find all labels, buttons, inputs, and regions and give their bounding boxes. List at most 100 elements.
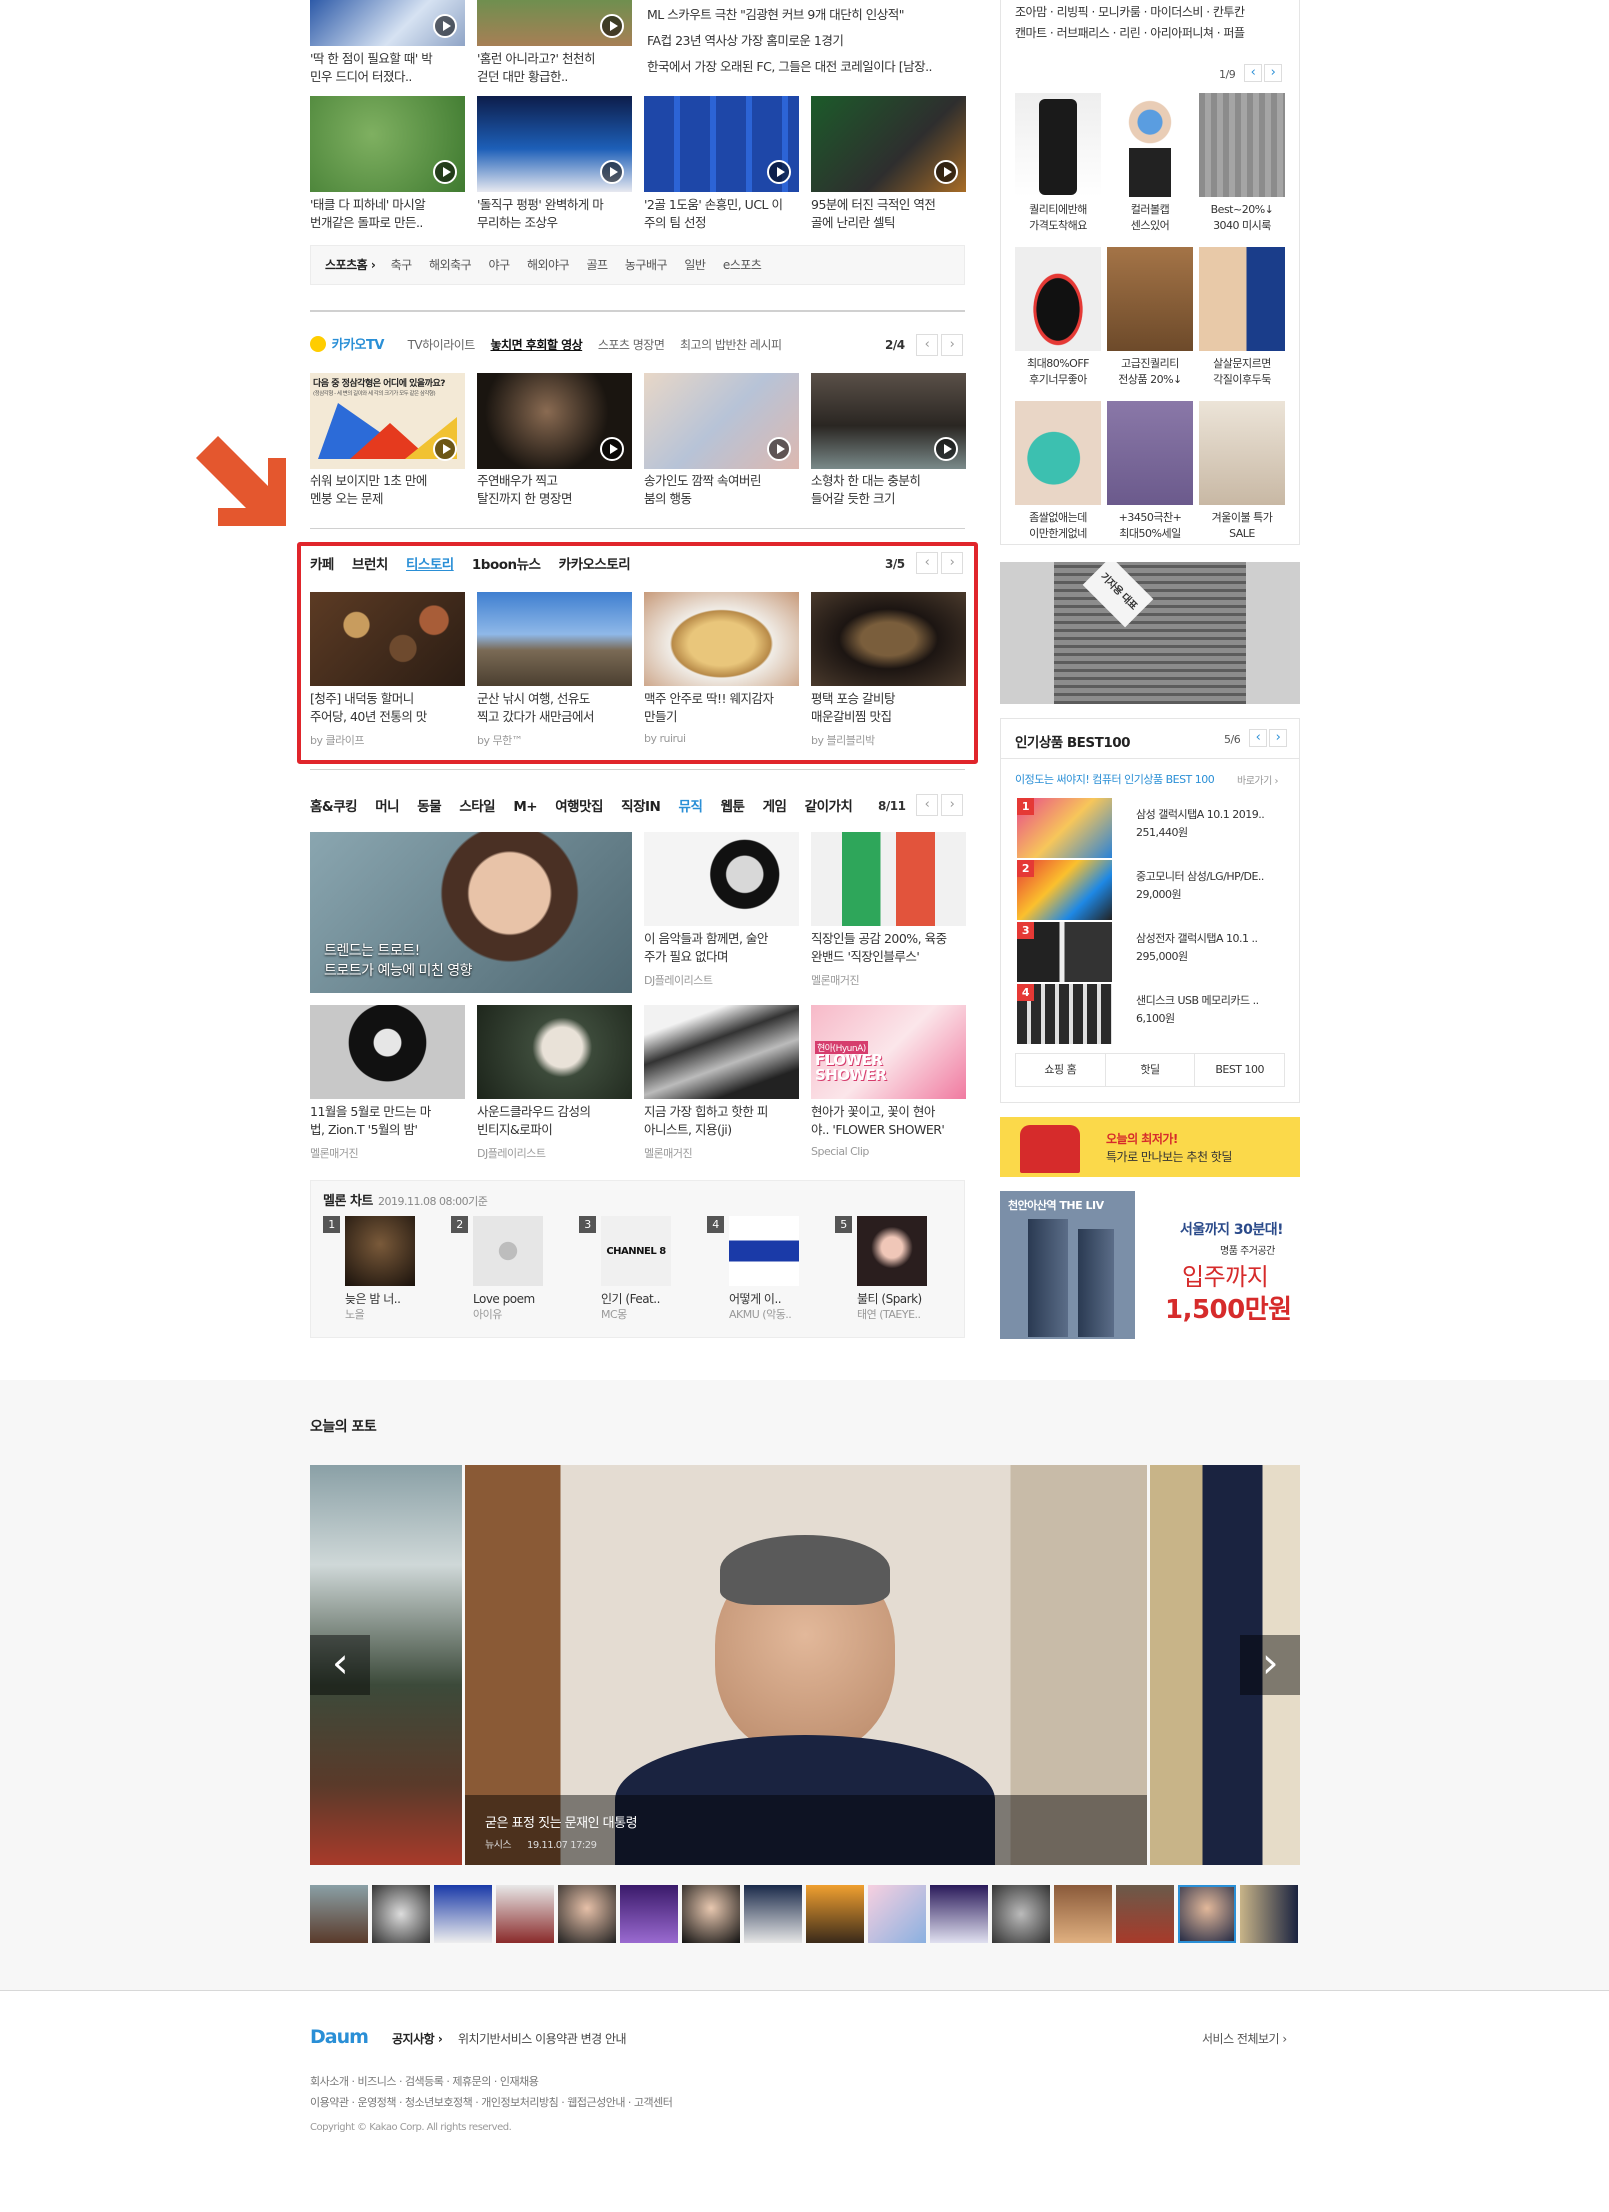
blog-author[interactable]: by 무한™ <box>477 732 523 748</box>
kakaotv-caption[interactable]: 주연배우가 찍고 탈진까지 한 명장면 <box>477 472 632 508</box>
shop-item-label[interactable]: 좀쌀없애는데 이만한게없네 <box>1015 510 1101 542</box>
culture-thumb-4[interactable] <box>477 1005 632 1099</box>
next-arrow-icon[interactable]: › <box>941 552 963 574</box>
culture-thumb-2[interactable] <box>811 832 966 926</box>
blog-tab[interactable]: 카페 <box>310 557 334 573</box>
photo-prev-button[interactable]: ‹ <box>310 1635 370 1695</box>
blog-author[interactable]: by 블리블리박 <box>811 732 875 748</box>
photo-strip-thumb[interactable] <box>806 1885 864 1943</box>
sports-thumb-6[interactable] <box>811 96 966 192</box>
culture-source[interactable]: DJ플레이리스트 <box>477 1145 546 1161</box>
kakaotv-caption[interactable]: 송가인도 깜짝 속여버린 붐의 행동 <box>644 472 799 508</box>
culture-caption[interactable]: 직장인들 공감 200%, 육중 완밴드 '직장인블루스' <box>811 930 966 966</box>
culture-source[interactable]: Special Clip <box>811 1145 869 1158</box>
best100-subtitle[interactable]: 이정도는 써야지! 컴퓨터 인기상품 BEST 100 <box>1015 771 1215 787</box>
culture-tab[interactable]: 웹툰 <box>721 799 745 815</box>
drain-cleaner-ad[interactable]: 기자용 대표 <box>1000 562 1300 704</box>
photo-strip-thumb[interactable] <box>682 1885 740 1943</box>
prev-arrow-icon[interactable]: ‹ <box>916 334 938 356</box>
culture-thumb-3[interactable] <box>310 1005 465 1099</box>
best-item-name[interactable]: 삼성전자 갤럭시탭A 10.1 .. <box>1136 930 1258 948</box>
kakaotv-tab-active[interactable]: 놓치면 후회할 영상 <box>490 338 582 352</box>
shop-item-image[interactable] <box>1199 93 1285 197</box>
album-cover[interactable] <box>729 1216 799 1286</box>
photo-section-title[interactable]: 오늘의 포토 <box>310 1416 377 1436</box>
photo-strip-thumb[interactable] <box>558 1885 616 1943</box>
album-cover[interactable] <box>857 1216 927 1286</box>
apartment-ad[interactable]: 천안아산역 THE LIV 서울까지 30분대! 명품 주거공간 입주까지 1,… <box>1000 1191 1300 1339</box>
footer-links[interactable]: 이용약관 · 운영정책 · 청소년보호정책 · 개인정보처리방침 · 웹접근성안… <box>310 2094 673 2110</box>
sports-caption[interactable]: '딱 한 점이 필요할 때' 박 민우 드디어 터졌다.. <box>310 50 465 86</box>
artist-name[interactable]: MC몽 <box>601 1306 627 1322</box>
sports-caption[interactable]: '돌직구 펑펑' 완벽하게 마 무리하는 조상우 <box>477 196 632 232</box>
photo-strip-thumb[interactable] <box>868 1885 926 1943</box>
photo-main-slide[interactable]: 굳은 표정 짓는 문재인 대통령 뉴시스 19.11.07 17:29 <box>465 1465 1147 1865</box>
prev-arrow-icon[interactable]: ‹ <box>916 552 938 574</box>
sports-nav-item[interactable]: 농구배구 <box>625 258 668 272</box>
blog-tab-active[interactable]: 티스토리 <box>406 557 454 573</box>
next-arrow-icon[interactable]: › <box>1264 64 1282 82</box>
artist-name[interactable]: 아이유 <box>473 1306 502 1322</box>
footer-links[interactable]: 회사소개 · 비즈니스 · 검색등록 · 제휴문의 · 인재채용 <box>310 2073 539 2089</box>
culture-thumb-5[interactable] <box>644 1005 799 1099</box>
shop-item-label[interactable]: 살살문지르면 각질이후두둑 <box>1199 356 1285 388</box>
best-item-name[interactable]: 샌디스크 USB 메모리카드 .. <box>1136 992 1259 1010</box>
photo-caption[interactable]: 굳은 표정 짓는 문재인 대통령 <box>485 1812 638 1831</box>
photo-strip-thumb[interactable] <box>434 1885 492 1943</box>
kakaotv-brand[interactable]: 카카오TV <box>332 338 385 353</box>
blog-tab[interactable]: 카카오스토리 <box>559 557 631 573</box>
blog-thumb-4[interactable] <box>811 592 966 686</box>
blog-caption[interactable]: 평택 포승 갈비탕 매운갈비찜 맛집 <box>811 690 966 726</box>
culture-tab[interactable]: 홈&쿠킹 <box>310 799 358 815</box>
hotdeal-button[interactable]: 핫딜 <box>1106 1054 1196 1086</box>
sports-nav-item[interactable]: 해외축구 <box>429 258 472 272</box>
blog-tab[interactable]: 브런치 <box>352 557 388 573</box>
photo-strip-thumb[interactable] <box>1054 1885 1112 1943</box>
blog-thumb-2[interactable] <box>477 592 632 686</box>
artist-name[interactable]: 태연 (TAEYE.. <box>857 1306 921 1322</box>
shop-item-image[interactable] <box>1015 401 1101 505</box>
kakaotv-thumb-4[interactable] <box>811 373 966 469</box>
culture-caption[interactable]: 현아가 꽃이고, 꽃이 현아 야.. 'FLOWER SHOWER' <box>811 1103 966 1139</box>
sports-thumb-3[interactable] <box>310 96 465 192</box>
shop-item-label[interactable]: 컬러볼캡 센스있어 <box>1107 202 1193 234</box>
shop-item-label[interactable]: 고급진퀄리티 전상품 20%↓ <box>1107 356 1193 388</box>
photo-strip-thumb[interactable] <box>930 1885 988 1943</box>
prev-arrow-icon[interactable]: ‹ <box>1249 729 1267 747</box>
culture-caption[interactable]: 11월을 5월로 만드는 마 법, Zion.T '5월의 밤' <box>310 1103 465 1139</box>
sports-headline[interactable]: ML 스카우트 극찬 "김광현 커브 9개 대단히 인상적" <box>647 6 905 24</box>
kakaotv-tab[interactable]: 최고의 밥반찬 레시피 <box>680 338 782 352</box>
culture-tab[interactable]: 동물 <box>417 799 441 815</box>
kakaotv-thumb-3[interactable] <box>644 373 799 469</box>
blog-author[interactable]: by 클라이프 <box>310 732 364 748</box>
culture-tab[interactable]: 여행맛집 <box>555 799 603 815</box>
album-cover[interactable]: CHANNEL 8 <box>601 1216 671 1286</box>
blog-caption[interactable]: 군산 낚시 여행, 선유도 찍고 갔다가 새만금에서 <box>477 690 632 726</box>
culture-tab[interactable]: 직장IN <box>621 799 661 815</box>
photo-strip-thumb[interactable] <box>1116 1885 1174 1943</box>
hotdeal-ad[interactable]: 오늘의 최저가! 특가로 만나보는 추천 핫딜 <box>1000 1117 1300 1177</box>
culture-source[interactable]: 멜론매거진 <box>811 972 860 988</box>
culture-thumb-6[interactable]: 현아(HyunA) FLOWER SHOWER <box>811 1005 966 1099</box>
culture-source[interactable]: 멜론매거진 <box>644 1145 693 1161</box>
sports-caption[interactable]: '홈런 아니라고?' 천천히 걷던 대만 황급한.. <box>477 50 632 86</box>
shop-item-label[interactable]: +3450극찬+ 최대50%세일 <box>1107 510 1193 542</box>
sports-nav-item[interactable]: 해외야구 <box>527 258 570 272</box>
shop-item-image[interactable] <box>1015 93 1101 197</box>
best-item-name[interactable]: 삼성 갤럭시탭A 10.1 2019.. <box>1136 806 1265 824</box>
best100-sub-link[interactable]: 바로가기 › <box>1237 772 1278 787</box>
culture-big-thumb[interactable]: 트렌드는 트로트! 트로트가 예능에 미친 영향 <box>310 832 632 993</box>
photo-strip-thumb[interactable] <box>372 1885 430 1943</box>
shop-item-image[interactable] <box>1107 247 1193 351</box>
artist-name[interactable]: AKMU (악동.. <box>729 1306 792 1322</box>
culture-tab[interactable]: M+ <box>513 799 537 815</box>
best-item-name[interactable]: 중고모니터 삼성/LG/HP/DE.. <box>1136 868 1264 886</box>
kakaotv-thumb-2[interactable] <box>477 373 632 469</box>
shop-item-image[interactable] <box>1199 401 1285 505</box>
blog-caption[interactable]: 맥주 안주로 딱!! 웨지감자 만들기 <box>644 690 799 726</box>
culture-caption[interactable]: 사운드클라우드 감성의 빈티지&로파이 <box>477 1103 632 1139</box>
sports-thumb-1[interactable] <box>310 0 465 46</box>
photo-strip-thumb-active[interactable] <box>1178 1885 1236 1943</box>
culture-source[interactable]: 멜론매거진 <box>310 1145 359 1161</box>
photo-strip-thumb[interactable] <box>1240 1885 1298 1943</box>
